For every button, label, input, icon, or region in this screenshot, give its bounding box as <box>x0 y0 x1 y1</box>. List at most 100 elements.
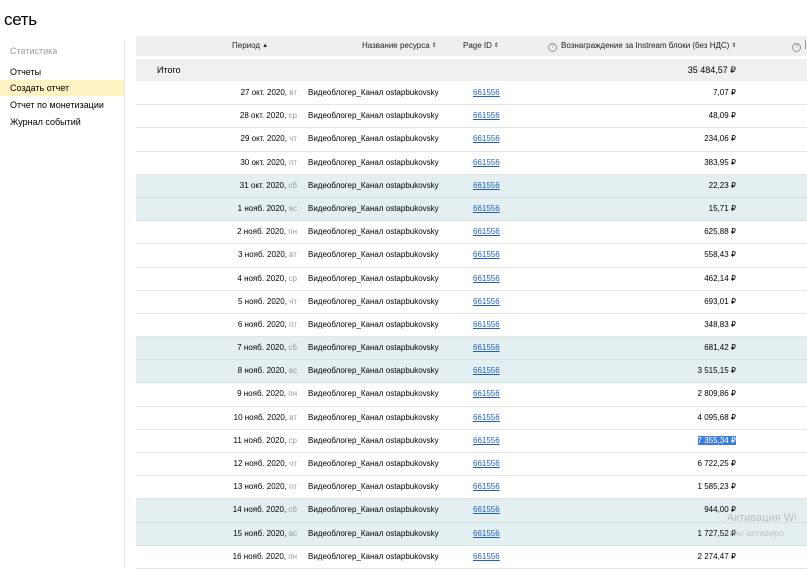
row-page-id-link[interactable]: 661556 <box>473 152 500 174</box>
row-weekday: вт <box>289 88 297 97</box>
row-date: 28 окт. 2020, ср <box>240 105 297 127</box>
column-pageid-header[interactable]: Page ID ⇕ <box>463 36 499 56</box>
column-reward-header[interactable]: ? Вознаграждение за Instream блоки (без Н… <box>548 36 736 56</box>
row-date-text: 5 нояб. 2020, <box>238 296 287 306</box>
row-page-id-link[interactable]: 661556 <box>473 337 500 359</box>
row-page-id-link[interactable]: 661556 <box>473 82 500 104</box>
row-resource-name: Видеоблогер_Канал ostapbukovsky <box>308 389 439 399</box>
row-date: 27 окт. 2020, вт <box>241 82 297 104</box>
row-resource-name: Видеоблогер_Канал ostapbukovsky <box>308 528 439 538</box>
row-resource-name: Видеоблогер_Канал ostapbukovsky <box>308 111 439 121</box>
row-amount: 944,00 ₽ <box>704 499 736 521</box>
sidebar-item-create-report[interactable]: Создать отчет <box>0 80 124 96</box>
row-page-id-link[interactable]: 661556 <box>473 499 500 521</box>
row-weekday: сб <box>288 343 297 353</box>
table-row: 6 нояб. 2020, пт Видеоблогер_Канал ostapb… <box>136 313 807 338</box>
row-weekday: пн <box>288 227 297 237</box>
row-date-text: 4 нояб. 2020, <box>237 273 287 283</box>
row-page-id-link[interactable]: 661556 <box>473 314 500 336</box>
row-date: 1 нояб. 2020, вс <box>238 198 297 220</box>
row-page-id-link[interactable]: 661556 <box>473 407 500 429</box>
row-date-text: 11 нояб. 2020, <box>233 435 287 445</box>
row-page-id-link[interactable]: 661556 <box>473 128 500 150</box>
row-resource-name: Видеоблогер_Канал ostapbukovsky <box>308 180 439 190</box>
column-resource-label: Название ресурса <box>362 41 430 50</box>
sidebar-item-reports[interactable]: Отчеты <box>0 64 124 80</box>
row-resource-name: Видеоблогер_Канал ostapbukovsky <box>308 366 439 376</box>
table-body: 27 окт. 2020, вт Видеоблогер_Канал ostapb… <box>136 82 807 569</box>
row-page-id-link[interactable]: 661556 <box>473 105 500 127</box>
row-date-text: 27 окт. 2020, <box>240 88 288 97</box>
row-date: 2 нояб. 2020, пн <box>237 221 297 243</box>
row-date-text: 9 нояб. 2020, <box>237 389 287 399</box>
row-page-id-link[interactable]: 661556 <box>473 244 500 266</box>
row-amount: 681,42 ₽ <box>704 337 736 359</box>
row-date: 12 нояб. 2020, чт <box>234 453 297 475</box>
table-row: 13 нояб. 2020, пт Видеоблогер_Канал ostap… <box>136 476 807 500</box>
table-row: 14 нояб. 2020, сб Видеоблогер_Канал ostap… <box>136 499 807 523</box>
row-resource-name: Видеоблогер_Канал ostapbukovsky <box>308 459 439 468</box>
sidebar-item-event-log[interactable]: Журнал событий <box>0 114 124 130</box>
row-page-id-link[interactable]: 661556 <box>473 430 500 452</box>
table-row: 3 нояб. 2020, вт Видеоблогер_Канал ostapb… <box>136 244 807 268</box>
row-weekday: чт <box>289 459 297 468</box>
row-date: 31 окт. 2020, сб <box>240 175 297 197</box>
row-page-id-link[interactable]: 661556 <box>473 476 500 498</box>
row-page-id-link[interactable]: 661556 <box>473 546 500 568</box>
row-amount: 558,43 ₽ <box>704 244 736 266</box>
row-page-id-link[interactable]: 661556 <box>473 453 500 475</box>
row-amount: 2 809,86 ₽ <box>698 383 736 405</box>
column-resource-header[interactable]: Название ресурса ⇕ <box>362 36 437 56</box>
row-resource-name: Видеоблогер_Канал ostapbukovsky <box>308 412 439 422</box>
row-date-text: 2 нояб. 2020, <box>237 227 287 237</box>
logo[interactable]: сеть <box>4 10 37 30</box>
row-amount-text: 15,71 ₽ <box>708 203 736 213</box>
row-date-text: 28 окт. 2020, <box>239 111 287 121</box>
row-date: 29 окт. 2020, чт <box>241 128 297 150</box>
row-amount-text: 234,06 ₽ <box>704 134 736 144</box>
row-page-id-link[interactable]: 661556 <box>473 175 500 197</box>
row-page-id-link[interactable]: 661556 <box>473 291 500 313</box>
row-weekday: вт <box>289 250 297 260</box>
table-row: 8 нояб. 2020, вс Видеоблогер_Канал ostapb… <box>136 360 807 384</box>
sidebar: Статистика Отчеты Создать отчет Отчет по… <box>0 40 125 567</box>
row-date-text: 7 нояб. 2020, <box>237 343 287 353</box>
column-period-header[interactable]: Период ▲ <box>232 36 268 56</box>
row-page-id-link[interactable]: 661556 <box>473 221 500 243</box>
table-row: 16 нояб. 2020, пн Видеоблогер_Канал ostap… <box>136 545 807 569</box>
row-weekday: вс <box>288 528 297 538</box>
row-amount-text: 625,88 ₽ <box>704 227 736 237</box>
help-icon[interactable]: ? <box>548 43 557 52</box>
table-row: 29 окт. 2020, чт Видеоблогер_Канал ostapb… <box>136 128 807 152</box>
row-resource-name: Видеоблогер_Канал ostapbukovsky <box>308 134 439 144</box>
row-date-text: 13 нояб. 2020, <box>233 482 287 492</box>
sidebar-item-monetization-report[interactable]: Отчет по монетизации <box>0 97 124 113</box>
column-next-header[interactable]: ? <box>792 36 807 56</box>
row-amount: 383,95 ₽ <box>704 152 736 174</box>
row-amount-text: 348,83 ₽ <box>704 319 736 329</box>
sort-icon: ⇕ <box>731 43 737 49</box>
row-weekday: пт <box>289 482 297 492</box>
row-resource-name: Видеоблогер_Канал ostapbukovsky <box>308 551 439 561</box>
row-weekday: чт <box>289 296 297 306</box>
sort-asc-icon: ▲ <box>262 43 269 49</box>
table-row: 4 нояб. 2020, ср Видеоблогер_Канал ostapb… <box>136 267 807 291</box>
row-weekday: ср <box>288 111 297 121</box>
help-icon[interactable]: ? <box>792 43 801 52</box>
row-weekday: пн <box>288 389 297 399</box>
row-amount: 48,09 ₽ <box>709 105 736 127</box>
row-page-id-link[interactable]: 661556 <box>473 523 500 545</box>
row-weekday: пн <box>288 551 297 561</box>
row-date-text: 14 нояб. 2020, <box>232 505 287 515</box>
row-page-id-link[interactable]: 661556 <box>473 198 500 220</box>
row-date: 7 нояб. 2020, сб <box>237 337 297 359</box>
sidebar-heading: Статистика <box>10 46 58 56</box>
row-resource-name: Видеоблогер_Канал ostapbukovsky <box>308 482 439 492</box>
table-row: 2 нояб. 2020, пн Видеоблогер_Канал ostapb… <box>136 221 807 245</box>
total-value: 35 484,57 ₽ <box>687 65 736 75</box>
row-page-id-link[interactable]: 661556 <box>473 383 500 405</box>
row-page-id-link[interactable]: 661556 <box>473 360 500 382</box>
row-date-text: 29 окт. 2020, <box>240 134 287 144</box>
row-page-id-link[interactable]: 661556 <box>473 268 500 290</box>
row-amount: 1 727,52 ₽ <box>698 523 736 545</box>
